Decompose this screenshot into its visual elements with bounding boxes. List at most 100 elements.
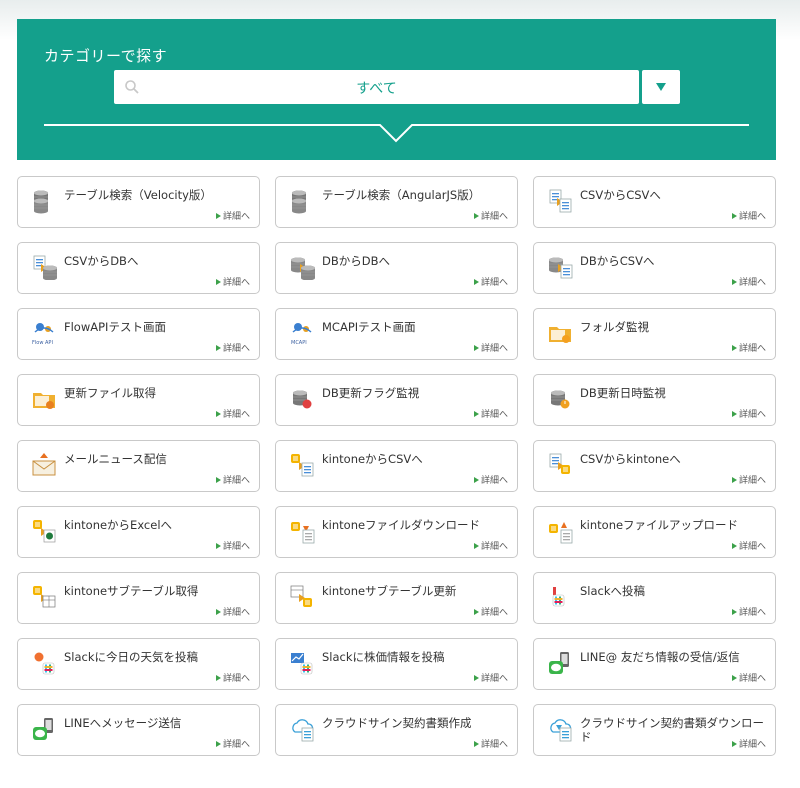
template-card-label: Slackに今日の天気を投稿 xyxy=(64,650,199,664)
csv-to-csv-icon xyxy=(549,189,572,213)
detail-link-label: 詳細へ xyxy=(222,740,250,750)
triangle-right-icon xyxy=(215,477,221,483)
template-card[interactable]: kintoneからExcelへ 詳細へ xyxy=(17,506,260,558)
detail-link-label: 詳細へ xyxy=(738,212,766,222)
template-card-label: LINEへメッセージ送信 xyxy=(64,716,182,730)
detail-link[interactable]: 詳細へ xyxy=(731,671,766,684)
template-card[interactable]: kintoneファイルアップロード 詳細へ xyxy=(533,506,776,558)
detail-link[interactable]: 詳細へ xyxy=(473,605,508,618)
triangle-right-icon xyxy=(731,279,737,285)
detail-link[interactable]: 詳細へ xyxy=(731,407,766,420)
detail-link[interactable]: 詳細へ xyxy=(215,341,250,354)
detail-link[interactable]: 詳細へ xyxy=(731,341,766,354)
detail-link-label: 詳細へ xyxy=(480,344,508,354)
detail-link[interactable]: 詳細へ xyxy=(473,341,508,354)
template-card-label: DBからDBへ xyxy=(322,254,390,268)
template-card[interactable]: DBからDBへ詳細へ xyxy=(275,242,518,294)
detail-link[interactable]: 詳細へ xyxy=(731,737,766,750)
slack-weather-icon xyxy=(34,652,55,675)
detail-link[interactable]: 詳細へ xyxy=(215,209,250,222)
template-card[interactable]: kintoneからCSVへ 詳細へ xyxy=(275,440,518,492)
template-card-label: MCAPIテスト画面 xyxy=(322,320,416,334)
db-time-icon xyxy=(551,390,570,409)
template-card-label: DBからCSVへ xyxy=(580,254,655,268)
template-card[interactable]: Slackに今日の天気を投稿詳細へ xyxy=(17,638,260,690)
triangle-right-icon xyxy=(215,345,221,351)
template-card[interactable]: DB更新日時監視 詳細へ xyxy=(533,374,776,426)
detail-link[interactable]: 詳細へ xyxy=(215,737,250,750)
detail-link[interactable]: 詳細へ xyxy=(215,275,250,288)
template-card[interactable]: CSVからDBへ 詳細へ xyxy=(17,242,260,294)
template-card[interactable]: kintoneサブテーブル更新 詳細へ xyxy=(275,572,518,624)
category-dropdown-button[interactable] xyxy=(642,70,680,104)
slack-icon xyxy=(552,587,565,607)
template-card-label: クラウドサイン契約書類作成 xyxy=(322,716,472,730)
template-card[interactable]: テーブル検索（Velocity版） 詳細へ xyxy=(17,176,260,228)
detail-link-label: 詳細へ xyxy=(222,608,250,618)
template-card[interactable]: テーブル検索（AngularJS版） 詳細へ xyxy=(275,176,518,228)
detail-link[interactable]: 詳細へ xyxy=(215,671,250,684)
template-card-label: テーブル検索（AngularJS版） xyxy=(322,188,481,202)
triangle-right-icon xyxy=(473,477,479,483)
detail-link-label: 詳細へ xyxy=(480,542,508,552)
template-card[interactable]: Slackへ投稿詳細へ xyxy=(533,572,776,624)
triangle-right-icon xyxy=(215,741,221,747)
mail-icon xyxy=(32,453,56,476)
detail-link-label: 詳細へ xyxy=(738,476,766,486)
line-friend-icon xyxy=(549,652,569,674)
detail-link[interactable]: 詳細へ xyxy=(731,473,766,486)
detail-link[interactable]: 詳細へ xyxy=(731,275,766,288)
kintone-subtable-icon xyxy=(33,586,56,608)
triangle-right-icon xyxy=(215,543,221,549)
template-card[interactable]: CSVからkintoneへ詳細へ xyxy=(533,440,776,492)
template-card[interactable]: CSVからCSVへ 詳細へ xyxy=(533,176,776,228)
detail-link[interactable]: 詳細へ xyxy=(731,209,766,222)
detail-link-label: 詳細へ xyxy=(222,344,250,354)
category-select[interactable]: すべて xyxy=(114,70,639,104)
detail-link[interactable]: 詳細へ xyxy=(473,407,508,420)
db-to-csv-icon xyxy=(549,257,573,279)
template-card[interactable]: DBからCSVへ詳細へ xyxy=(533,242,776,294)
detail-link-label: 詳細へ xyxy=(738,740,766,750)
detail-link-label: 詳細へ xyxy=(222,410,250,420)
template-card-label: CSVからkintoneへ xyxy=(580,452,681,466)
template-card[interactable]: MCAPI MCAPIテスト画面詳細へ xyxy=(275,308,518,360)
template-card-label: Slackに株価情報を投稿 xyxy=(322,650,445,664)
triangle-right-icon xyxy=(215,675,221,681)
detail-link[interactable]: 詳細へ xyxy=(473,473,508,486)
triangle-right-icon xyxy=(731,543,737,549)
detail-link[interactable]: 詳細へ xyxy=(473,539,508,552)
detail-link[interactable]: 詳細へ xyxy=(215,539,250,552)
mcapi-icon: MCAPI xyxy=(291,323,312,346)
template-card[interactable]: Flow API FlowAPIテスト画面 詳細へ xyxy=(17,308,260,360)
detail-link[interactable]: 詳細へ xyxy=(215,473,250,486)
detail-link[interactable]: 詳細へ xyxy=(473,275,508,288)
template-card[interactable]: DB更新フラグ監視 詳細へ xyxy=(275,374,518,426)
detail-link[interactable]: 詳細へ xyxy=(215,407,250,420)
template-card[interactable]: LINE@ 友だち情報の受信/返信 詳細へ xyxy=(533,638,776,690)
template-card-label: kintoneサブテーブル取得 xyxy=(64,584,199,598)
template-card[interactable]: kintoneサブテーブル取得詳細へ xyxy=(17,572,260,624)
template-card[interactable]: クラウドサイン契約書類作成 詳細へ xyxy=(275,704,518,756)
template-card[interactable]: Slackに株価情報を投稿詳細へ xyxy=(275,638,518,690)
detail-link[interactable]: 詳細へ xyxy=(731,539,766,552)
detail-link[interactable]: 詳細へ xyxy=(473,671,508,684)
cloudsign-download-icon xyxy=(550,719,572,742)
detail-link[interactable]: 詳細へ xyxy=(215,605,250,618)
kintone-to-csv-icon xyxy=(291,454,314,477)
template-card[interactable]: LINEへメッセージ送信詳細へ xyxy=(17,704,260,756)
csv-to-db-icon xyxy=(33,255,57,280)
template-card[interactable]: クラウドサイン契約書類ダウンロード 詳細へ xyxy=(533,704,776,756)
template-card-label: Slackへ投稿 xyxy=(580,584,646,598)
template-card[interactable]: kintoneファイルダウンロード 詳細へ xyxy=(275,506,518,558)
detail-link[interactable]: 詳細へ xyxy=(473,737,508,750)
folder-update-icon xyxy=(33,393,55,409)
detail-link[interactable]: 詳細へ xyxy=(731,605,766,618)
detail-link-label: 詳細へ xyxy=(480,674,508,684)
template-card[interactable]: フォルダ監視 詳細へ xyxy=(533,308,776,360)
triangle-right-icon xyxy=(731,741,737,747)
template-card[interactable]: メールニュース配信 詳細へ xyxy=(17,440,260,492)
template-card[interactable]: 更新ファイル取得 詳細へ xyxy=(17,374,260,426)
triangle-right-icon xyxy=(731,345,737,351)
detail-link[interactable]: 詳細へ xyxy=(473,209,508,222)
